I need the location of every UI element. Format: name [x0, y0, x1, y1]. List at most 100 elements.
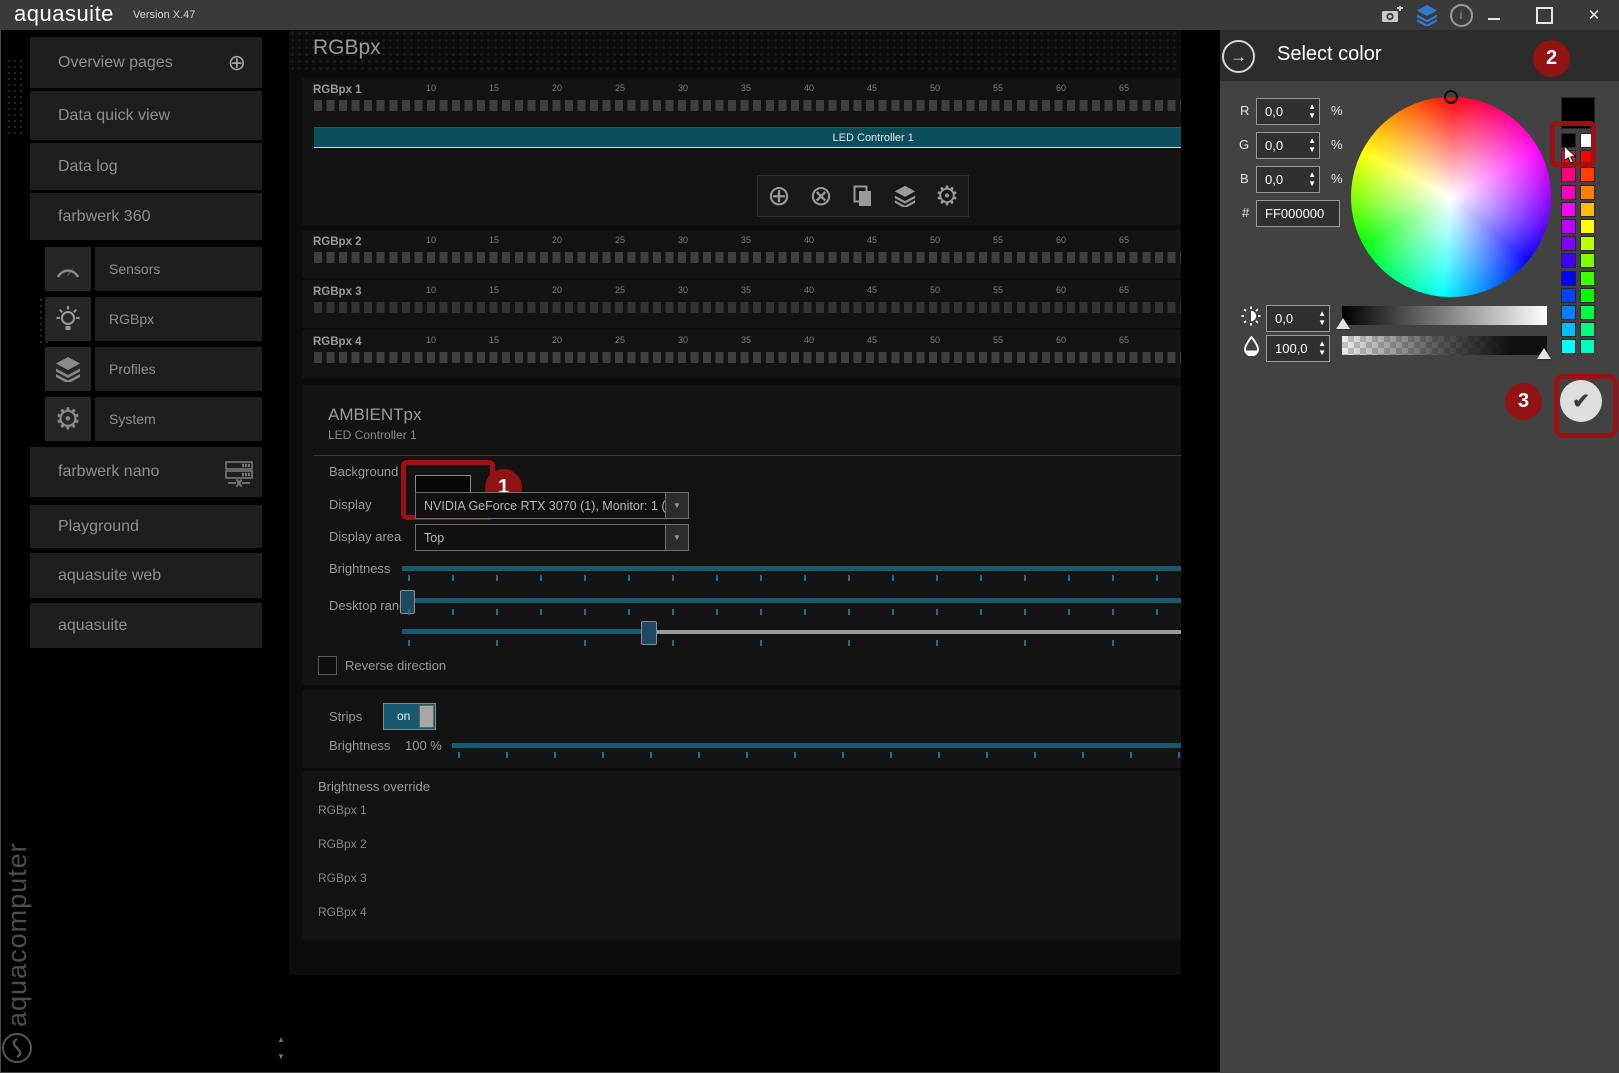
preset-swatch[interactable]	[1561, 287, 1576, 303]
r-spinner[interactable]: 0,0 ▲ ▼	[1256, 98, 1320, 125]
brightness-slider[interactable]	[402, 566, 1181, 571]
copy-button[interactable]	[844, 178, 882, 214]
close-button[interactable]: ✕	[1582, 0, 1606, 30]
spin-up-icon[interactable]: ▲	[1318, 339, 1326, 348]
preset-swatch[interactable]	[1561, 201, 1576, 217]
sensors-icon-tile[interactable]	[45, 247, 91, 291]
color-wheel[interactable]	[1351, 97, 1551, 297]
spin-down-icon[interactable]: ▼	[1308, 111, 1316, 120]
spin-down-icon[interactable]: ▼	[1318, 318, 1326, 327]
preset-swatch[interactable]	[1561, 167, 1576, 183]
spin-up-icon[interactable]: ▲	[1308, 170, 1316, 179]
sidebar-item-aquasuite[interactable]: aquasuite	[30, 603, 262, 648]
display-area-dropdown[interactable]: Top ▼	[415, 524, 689, 551]
override-item[interactable]: RGBpx 4	[318, 901, 1169, 923]
preset-swatch[interactable]	[1580, 322, 1595, 338]
remove-controller-button[interactable]: ⊗	[802, 178, 840, 214]
led-controller-segment[interactable]: LED Controller 1	[314, 127, 1181, 147]
preset-swatch[interactable]	[1561, 218, 1576, 234]
spin-up-icon[interactable]: ▲	[1318, 309, 1326, 318]
preset-swatch[interactable]	[1561, 184, 1576, 200]
sidebar-item-profiles[interactable]: Profiles	[95, 347, 262, 391]
ruler-label: 60	[1055, 285, 1066, 295]
sidebar-item-data-log[interactable]: Data log	[30, 143, 262, 190]
toggle-handle[interactable]	[419, 705, 434, 728]
display-dropdown[interactable]: NVIDIA GeForce RTX 3070 (1), Monitor: 1 …	[415, 492, 689, 519]
reverse-direction-checkbox[interactable]	[318, 656, 337, 675]
hex-input[interactable]: FF000000	[1256, 200, 1340, 227]
profiles-quick-button[interactable]	[1412, 0, 1442, 30]
sidebar-item-overview-pages[interactable]: Overview pages ⊕	[30, 37, 262, 88]
preset-swatch[interactable]	[1580, 167, 1595, 183]
g-spinner[interactable]: 0,0 ▲ ▼	[1256, 132, 1320, 159]
back-arrow-button[interactable]: →	[1222, 40, 1255, 73]
opacity-spinner[interactable]: 100,0 ▲ ▼	[1266, 335, 1330, 362]
opacity-gradient-slider[interactable]	[1342, 336, 1547, 355]
system-icon-tile[interactable]: ⚙	[45, 397, 91, 441]
desktop-range-slider-end-filled[interactable]	[402, 629, 648, 634]
preset-swatch[interactable]	[1580, 270, 1595, 286]
add-controller-button[interactable]: ⊕	[760, 178, 798, 214]
brightness-slider-marker[interactable]	[1336, 318, 1350, 329]
override-item[interactable]: RGBpx 2	[318, 833, 1169, 855]
preset-swatch[interactable]	[1580, 287, 1595, 303]
preset-swatch[interactable]	[1561, 304, 1576, 320]
brightness-gradient-slider[interactable]	[1342, 306, 1547, 325]
b-spinner[interactable]: 0,0 ▲ ▼	[1256, 166, 1320, 193]
strips-toggle[interactable]: on	[383, 703, 436, 730]
maximize-button[interactable]	[1532, 0, 1556, 30]
desktop-range-slider-start[interactable]	[412, 598, 1181, 603]
spin-up-icon[interactable]: ▲	[1308, 102, 1316, 111]
preset-swatch[interactable]	[1580, 304, 1595, 320]
info-button[interactable]: i	[1448, 0, 1474, 30]
spin-down-icon[interactable]: ▼	[1308, 145, 1316, 154]
desktop-range-slider-end-rest[interactable]	[655, 630, 1181, 634]
brightness-spinner[interactable]: 0,0 ▲ ▼	[1266, 305, 1330, 332]
preset-swatch[interactable]	[1580, 339, 1595, 355]
preset-swatch[interactable]	[1561, 270, 1576, 286]
sidebar-item-aquasuite-web[interactable]: aquasuite web	[30, 553, 262, 598]
scroll-down-arrow[interactable]: ▼	[274, 1052, 288, 1061]
color-wheel-marker[interactable]	[1444, 90, 1458, 104]
opacity-value: 100,0	[1275, 341, 1308, 356]
confirm-color-button[interactable]: ✔	[1560, 380, 1602, 422]
rgbpx-icon-tile[interactable]	[45, 297, 91, 341]
override-item[interactable]: RGBpx 1	[318, 799, 1169, 821]
spin-up-icon[interactable]: ▲	[1308, 136, 1316, 145]
preset-swatch[interactable]	[1580, 201, 1595, 217]
scroll-up-arrow[interactable]: ▲	[274, 1035, 288, 1044]
ruler-label: 25	[614, 83, 625, 93]
preset-swatch[interactable]	[1561, 339, 1576, 355]
sidebar-item-farbwerk-nano[interactable]: farbwerk nano	[30, 447, 262, 497]
settings-button[interactable]: ⚙	[928, 178, 966, 214]
preset-swatch[interactable]	[1561, 322, 1576, 338]
sidebar-item-farbwerk-360[interactable]: farbwerk 360	[30, 193, 262, 240]
sidebar-item-data-quick-view[interactable]: Data quick view	[30, 91, 262, 140]
title-bar: aquasuite Version X.47 i ✕	[0, 0, 1619, 30]
preset-swatch[interactable]	[1561, 253, 1576, 269]
sidebar-item-rgbpx[interactable]: RGBpx	[95, 297, 262, 341]
spin-down-icon[interactable]: ▼	[1308, 179, 1316, 188]
preset-swatch[interactable]	[1580, 253, 1595, 269]
layers-button[interactable]	[886, 178, 924, 214]
screenshot-button[interactable]	[1378, 0, 1406, 30]
preset-swatch[interactable]	[1580, 184, 1595, 200]
display-label: Display	[329, 497, 372, 512]
sidebar-item-system[interactable]: System	[95, 397, 262, 441]
opacity-slider-marker[interactable]	[1537, 348, 1551, 359]
minimize-button[interactable]	[1482, 0, 1506, 30]
preset-swatch[interactable]	[1561, 236, 1576, 252]
preset-swatch[interactable]	[1580, 236, 1595, 252]
rgbpx-strip-panel-3: RGBpx 3 10 15 20 25 30 35 40 45 50 55 60 65	[302, 280, 1181, 328]
sidebar-item-playground[interactable]: Playground	[30, 505, 262, 548]
chevron-down-icon[interactable]: ▼	[665, 525, 688, 550]
preset-swatch[interactable]	[1580, 218, 1595, 234]
override-list: RGBpx 1 RGBpx 2 RGBpx 3 RGBpx 4	[318, 799, 1169, 935]
strips-brightness-slider[interactable]	[452, 743, 1181, 748]
spin-down-icon[interactable]: ▼	[1318, 348, 1326, 357]
sidebar-item-sensors[interactable]: Sensors	[95, 247, 262, 291]
override-item[interactable]: RGBpx 3	[318, 867, 1169, 889]
profiles-icon-tile[interactable]	[45, 347, 91, 391]
chevron-down-icon[interactable]: ▼	[665, 493, 688, 518]
add-page-icon[interactable]: ⊕	[228, 50, 246, 76]
